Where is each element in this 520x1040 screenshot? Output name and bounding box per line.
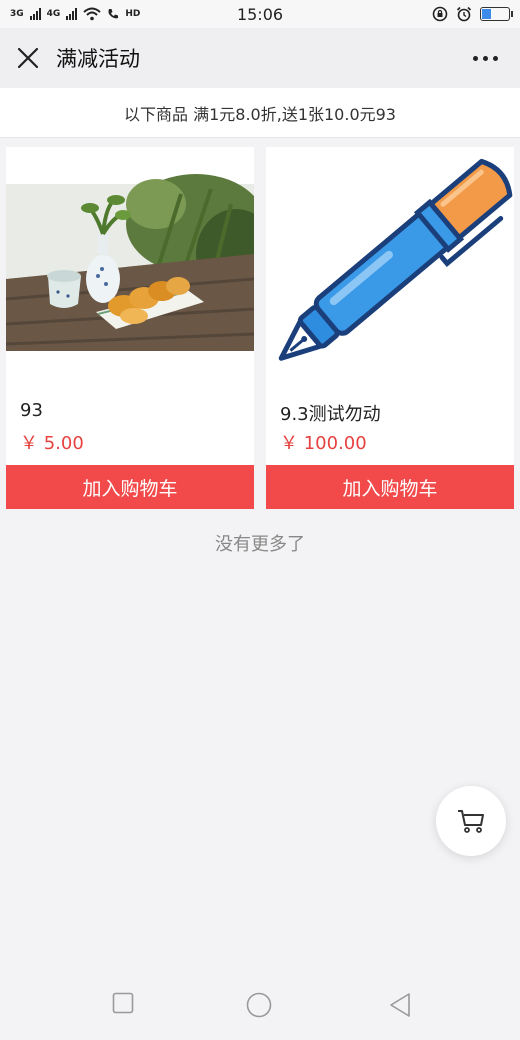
battery-icon (480, 7, 513, 21)
product-image-mooncake[interactable] (6, 147, 254, 387)
product-name[interactable]: 93 (20, 400, 43, 421)
product-card[interactable]: 9.3测试勿动 ￥ 100.00 加入购物车 (266, 147, 514, 509)
home-button[interactable] (246, 992, 272, 1022)
promo-banner: 以下商品 满1元8.0折,送1张10.0元93 (0, 88, 520, 138)
product-price: ￥ 5.00 (20, 433, 84, 454)
product-name[interactable]: 9.3测试勿动 (280, 400, 381, 426)
add-to-cart-button[interactable]: 加入购物车 (6, 465, 254, 509)
nav-bar: 满减活动 (0, 28, 520, 88)
more-icon[interactable] (473, 56, 498, 61)
add-to-cart-button[interactable]: 加入购物车 (266, 465, 514, 509)
status-bar: 3G 4G HD 15:06 (0, 0, 520, 28)
cart-icon (458, 810, 484, 833)
product-card[interactable]: 93 ￥ 5.00 加入购物车 (6, 147, 254, 509)
close-icon[interactable] (0, 28, 56, 88)
product-image-pen[interactable] (266, 147, 514, 387)
recent-apps-button[interactable] (112, 992, 134, 1018)
no-more-text: 没有更多了 (215, 534, 305, 555)
cart-button[interactable] (436, 786, 506, 856)
promo-text: 以下商品 满1元8.0折,送1张10.0元93 (124, 104, 396, 124)
system-nav-bar (0, 980, 520, 1030)
status-time: 15:06 (236, 4, 284, 24)
product-price: ￥ 100.00 (280, 433, 367, 454)
back-button[interactable] (388, 992, 412, 1022)
page-title: 满减活动 (56, 47, 140, 71)
